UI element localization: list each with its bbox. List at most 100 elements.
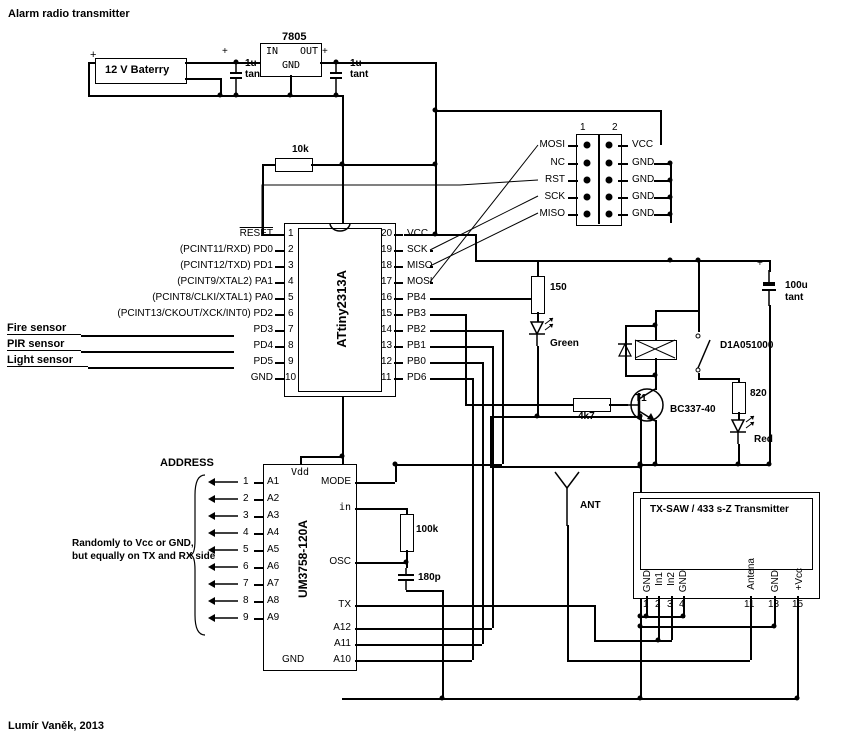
arr8 <box>208 595 242 607</box>
enc-a12: A12 <box>333 622 351 633</box>
mcu-l7-l: PD3 <box>254 324 273 335</box>
plus4: + <box>757 258 763 269</box>
txp7l: +Vcc <box>794 568 805 591</box>
mcu-r7-l: PB2 <box>407 324 426 335</box>
n3: 3 <box>243 510 249 521</box>
mcu-l2-l: (PCINT11/RXD) PD0 <box>180 244 273 255</box>
c180p-val: 180p <box>418 572 441 583</box>
txp5l: Antena <box>746 558 757 590</box>
mcu-r6-n: 15 <box>381 308 392 319</box>
mcu-l4-n: 4 <box>288 276 294 287</box>
author: Lumír Vaněk, 2013 <box>8 720 104 732</box>
reg-out: OUT <box>300 46 318 57</box>
mcu-l10-l: GND <box>251 372 273 383</box>
enc-osc: OSC <box>329 556 351 567</box>
c2-type: tant <box>350 69 368 80</box>
arr9 <box>208 612 242 624</box>
mcu-r8-n: 13 <box>381 340 392 351</box>
led-red: Red <box>754 434 773 445</box>
enc-gnd: GND <box>282 654 304 665</box>
ant-label: ANT <box>580 500 601 511</box>
n4: 4 <box>243 527 249 538</box>
enc-vdd: Vdd <box>291 467 309 478</box>
relay-x <box>635 340 675 358</box>
mcu-r1-n: 20 <box>381 228 392 239</box>
mcu-l5-n: 5 <box>288 292 294 303</box>
a6: A6 <box>267 561 279 572</box>
diode-icon <box>617 340 633 360</box>
a1: A1 <box>267 476 279 487</box>
n1: 1 <box>243 476 249 487</box>
enc-mode: MODE <box>321 476 351 487</box>
mcu-l3-l: (PCINT12/TXD) PD1 <box>180 260 273 271</box>
hdr-r3: GND <box>632 174 654 185</box>
reg-gnd: GND <box>282 60 300 71</box>
plus-sign: + <box>90 49 96 61</box>
mcu-r9-l: PB0 <box>407 356 426 367</box>
arr3 <box>208 510 242 522</box>
a4: A4 <box>267 527 279 538</box>
txp3l: In2 <box>666 572 677 586</box>
a7: A7 <box>267 578 279 589</box>
mcu-notch <box>330 223 350 231</box>
mcu-l6-n: 6 <box>288 308 294 319</box>
light-sensor: Light sensor <box>7 354 88 367</box>
n9: 9 <box>243 612 249 623</box>
fire-sensor: Fire sensor <box>7 322 81 335</box>
arr6 <box>208 561 242 573</box>
led-green: Green <box>550 338 579 349</box>
rst-wire <box>260 160 540 190</box>
mcu-l5-l: (PCINT8/CLKI/XTAL1) PA0 <box>152 292 273 303</box>
reg-in: IN <box>266 46 278 57</box>
n2: 2 <box>243 493 249 504</box>
enc-tx: TX <box>338 599 351 610</box>
mcu-l1-l: RESET <box>240 228 273 239</box>
r820-val: 820 <box>750 388 767 399</box>
mcu-r6-l: PB3 <box>407 308 426 319</box>
brace-icon <box>190 475 210 635</box>
mcu-r1-l: VCC <box>407 228 428 239</box>
mcu-l6-l: (PCINT13/CKOUT/XCK/INT0) PD2 <box>117 308 273 319</box>
plus2: + <box>222 46 228 57</box>
mcu-l3-n: 3 <box>288 260 294 271</box>
n7: 7 <box>243 578 249 589</box>
a2: A2 <box>267 493 279 504</box>
mcu-r8-l: PB1 <box>407 340 426 351</box>
addr-title: ADDRESS <box>160 457 214 469</box>
mcu-r7-n: 14 <box>381 324 392 335</box>
enc-note1: Randomly to Vcc or GND, <box>72 538 194 549</box>
relay-part: D1A051000 <box>720 340 773 351</box>
txmod-title: TX-SAW / 433 s-Z Transmitter <box>650 504 789 515</box>
mcu-l4-l: (PCINT9/XTAL2) PA1 <box>177 276 273 287</box>
r100k <box>400 514 414 552</box>
mcu-l8-n: 8 <box>288 340 294 351</box>
n5: 5 <box>243 544 249 555</box>
mcu-r5-n: 16 <box>381 292 392 303</box>
hdr-r1: VCC <box>632 139 653 150</box>
battery-label: 12 V Baterry <box>105 64 169 76</box>
txp1l: GND <box>642 570 653 592</box>
page-title: Alarm radio transmitter <box>8 8 130 20</box>
arr7 <box>208 578 242 590</box>
mcu-r10-n: 11 <box>381 372 391 383</box>
hdr-r2: GND <box>632 157 654 168</box>
arr1 <box>208 476 242 488</box>
reg-name: 7805 <box>282 31 306 43</box>
relay-contact <box>690 330 730 380</box>
tr-part: BC337-40 <box>670 404 716 415</box>
plus3: + <box>322 46 328 57</box>
encoder-name: UM3758-120A <box>296 520 310 598</box>
r150-val: 150 <box>550 282 567 293</box>
arr4 <box>208 527 242 539</box>
arr2 <box>208 493 242 505</box>
n8: 8 <box>243 595 249 606</box>
mcu-r2-l: SCK <box>407 244 428 255</box>
mcu-l1-n: 1 <box>288 228 294 239</box>
hdr-r4: GND <box>632 191 654 202</box>
mcu-r4-l: MOSI <box>407 276 433 287</box>
mcu-r3-l: MISO <box>407 260 433 271</box>
mcu-l8-l: PD4 <box>254 340 273 351</box>
arr5 <box>208 544 242 556</box>
n6: 6 <box>243 561 249 572</box>
hdr-r5: GND <box>632 208 654 219</box>
